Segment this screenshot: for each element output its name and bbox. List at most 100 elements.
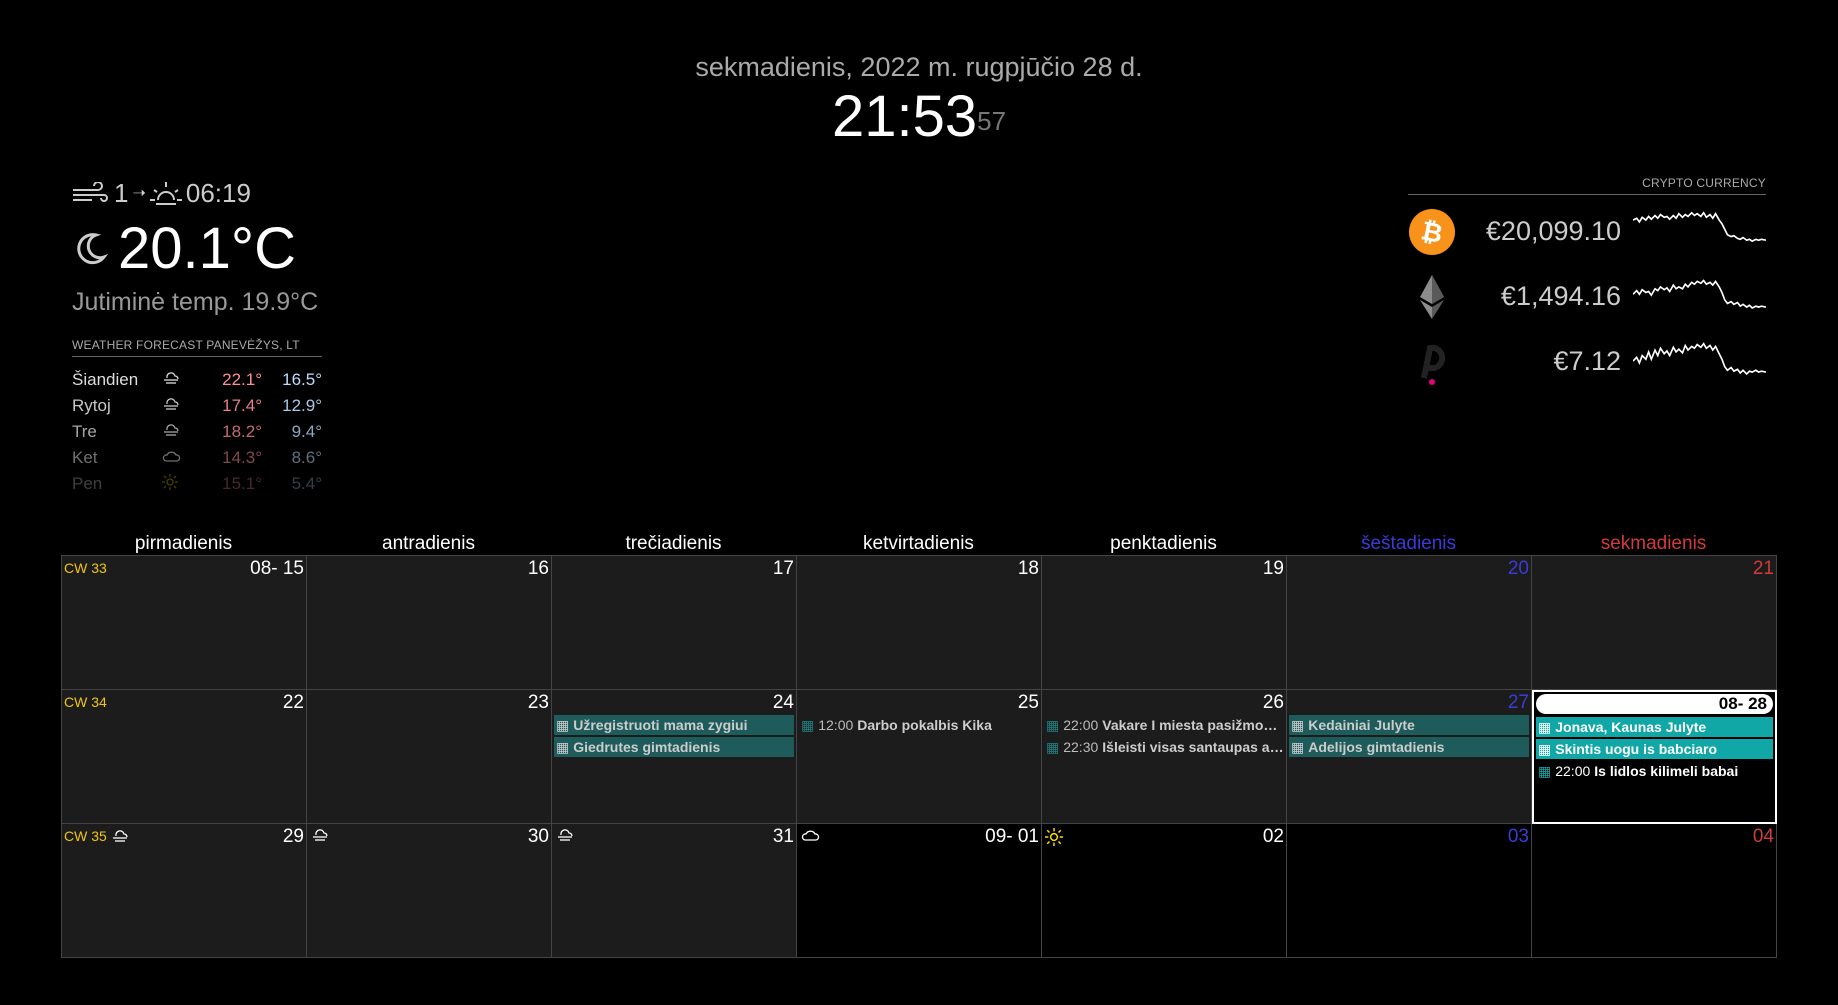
crypto-row: €1,494.16	[1408, 264, 1766, 329]
forecast-day: Šiandien	[72, 370, 139, 389]
event-title: Kedainiai Julyte	[1308, 717, 1415, 733]
calendar-icon: ▦	[556, 717, 570, 733]
sunrise-time: 06:19	[185, 177, 251, 208]
bitcoin-sparkline	[1633, 210, 1766, 242]
calendar-event[interactable]: ▦ 12:00 Darbo pokalbis Kika	[799, 715, 1039, 735]
forecast-max: 18.2°	[222, 422, 262, 441]
calendar-event[interactable]: ▦ Giedrutes gimtadienis	[554, 737, 794, 757]
calendar-day: 26 ▦ 22:00 Vakare I miesta pasižmonėti ▦ 22…	[1042, 690, 1287, 824]
event-time: 22:00	[1063, 717, 1099, 733]
cloud-icon	[162, 445, 202, 471]
crypto-row: ₿ €20,099.10	[1408, 199, 1766, 264]
calendar-day: 30	[307, 824, 552, 958]
forecast-row: Tre 18.2° 9.4°	[72, 419, 322, 445]
calendar-event[interactable]: ▦ Adelijos gimtadienis	[1289, 737, 1529, 757]
day-number: 19	[1262, 558, 1284, 579]
calendar-event[interactable]: ▦ Kedainiai Julyte	[1289, 715, 1529, 735]
current-weather: 1 ➝ 06:19 20.1°C Jutiminė temp. 19.9°C	[72, 175, 322, 317]
forecast-day: Rytoj	[72, 396, 111, 415]
ethereum-icon	[1408, 273, 1456, 321]
calendar-icon: ▦	[1291, 739, 1305, 755]
day-number: 08- 28	[1536, 694, 1773, 714]
day-number: 27	[1507, 692, 1529, 713]
event-title: Darbo pokalbis Kika	[857, 717, 992, 733]
cloud-wind-icon	[310, 828, 332, 847]
day-number: 03	[1507, 826, 1529, 847]
calendar-icon: ▦	[1538, 741, 1552, 757]
calendar-day: 25 ▦ 12:00 Darbo pokalbis Kika	[797, 690, 1042, 824]
day-events: ▦ 22:00 Vakare I miesta pasižmonėti ▦ 22:30…	[1044, 715, 1284, 759]
event-time: 22:00	[1555, 763, 1591, 779]
forecast-max: 15.1°	[222, 474, 262, 493]
calendar-day: 21	[1532, 556, 1777, 690]
day-number: 08- 15	[250, 558, 304, 579]
calendar-day: 02	[1042, 824, 1287, 958]
calendar-day: 31	[552, 824, 797, 958]
bitcoin-price: €20,099.10	[1485, 216, 1622, 246]
ethereum-price: €1,494.16	[1500, 281, 1622, 311]
calendar-day: 18	[797, 556, 1042, 690]
calendar-week-label: CW 35	[64, 828, 107, 844]
forecast-min: 16.5°	[282, 370, 322, 389]
calendar-day: 04	[1532, 824, 1777, 958]
current-temperature: 20.1°C	[118, 216, 296, 281]
cloud-wind-icon	[162, 367, 202, 393]
wind-icon	[73, 182, 108, 202]
weekday-header: penktadienis	[1110, 533, 1217, 554]
crypto-row: €7.12	[1408, 329, 1766, 394]
ethereum-sparkline	[1633, 278, 1766, 309]
day-number: 30	[527, 826, 549, 847]
forecast-row: Šiandien 22.1° 16.5°	[72, 367, 322, 393]
day-events: ▦ Jonava, Kaunas Julyte ▦ Skintis uogu is …	[1536, 717, 1773, 783]
current-temperature-row: 20.1°C	[72, 215, 322, 282]
forecast-row: Rytoj 17.4° 12.9°	[72, 393, 322, 419]
calendar-week-number: CW 34	[64, 694, 107, 710]
forecast-max: 17.4°	[222, 396, 262, 415]
sunrise-icon	[149, 182, 182, 205]
night-partly-cloudy-icon	[77, 232, 108, 264]
cloud-wind-icon	[555, 828, 577, 847]
forecast-row: Ket 14.3° 8.6°	[72, 445, 322, 471]
calendar-day: CW 35 29	[62, 824, 307, 958]
clock-seconds: 57	[977, 106, 1007, 136]
calendar-day: 24 ▦ Užregistruoti mama zygiui ▦ Giedrutes…	[552, 690, 797, 824]
calendar-week-number: CW 33	[64, 560, 107, 576]
calendar-event[interactable]: ▦ 22:30 Išleisti visas santaupas ant...	[1044, 737, 1284, 757]
event-time: 12:00	[818, 717, 854, 733]
calendar-event[interactable]: ▦ Skintis uogu is babciaro	[1536, 739, 1773, 759]
calendar-event[interactable]: ▦ Užregistruoti mama zygiui	[554, 715, 794, 735]
calendar-day: 23	[307, 690, 552, 824]
cloud-wind-icon	[112, 830, 128, 842]
calendar-event[interactable]: ▦ Jonava, Kaunas Julyte	[1536, 717, 1773, 737]
day-number: 25	[1017, 692, 1039, 713]
calendar-day: 09- 01	[797, 824, 1042, 958]
event-time: 22:30	[1063, 739, 1099, 755]
calendar-icon: ▦	[1538, 763, 1552, 779]
clock-time: 21:5357	[0, 85, 1838, 149]
day-number: 31	[772, 826, 794, 847]
bitcoin-icon: ₿	[1408, 208, 1456, 256]
polkadot-icon	[1408, 338, 1456, 386]
day-number: 17	[772, 558, 794, 579]
calendar-event[interactable]: ▦ 22:00 Vakare I miesta pasižmonėti	[1044, 715, 1284, 735]
sun-icon	[1045, 828, 1063, 851]
calendar-event[interactable]: ▦ 22:00 Is lidlos kilimeli babai	[1536, 761, 1773, 781]
day-number: 24	[772, 692, 794, 713]
day-number: 22	[282, 692, 304, 713]
cloud-wind-icon	[162, 393, 202, 419]
calendar-day: 03	[1287, 824, 1532, 958]
forecast-day: Ket	[72, 448, 98, 467]
event-title: Išleisti visas santaupas ant...	[1102, 739, 1284, 755]
weekday-header: šeštadienis	[1360, 533, 1457, 554]
event-title: Užregistruoti mama zygiui	[573, 717, 748, 733]
day-number: 16	[527, 558, 549, 579]
calendar-day: 27 ▦ Kedainiai Julyte ▦ Adelijos gimtadien…	[1287, 690, 1532, 824]
forecast-min: 9.4°	[291, 422, 322, 441]
calendar-grid: CW 33 08- 15 16 17 18 19 20 21 CW 34 22 23…	[61, 555, 1777, 958]
feels-like: Jutiminė temp. 19.9°C	[72, 288, 319, 316]
forecast-table: Šiandien 22.1° 16.5° Rytoj 17.4° 12.9° T…	[72, 367, 322, 497]
forecast-min: 5.4°	[291, 474, 322, 493]
weekday-header: sekmadienis	[1600, 533, 1707, 554]
day-number: 18	[1017, 558, 1039, 579]
weather-details: 1 ➝ 06:19	[72, 175, 322, 211]
